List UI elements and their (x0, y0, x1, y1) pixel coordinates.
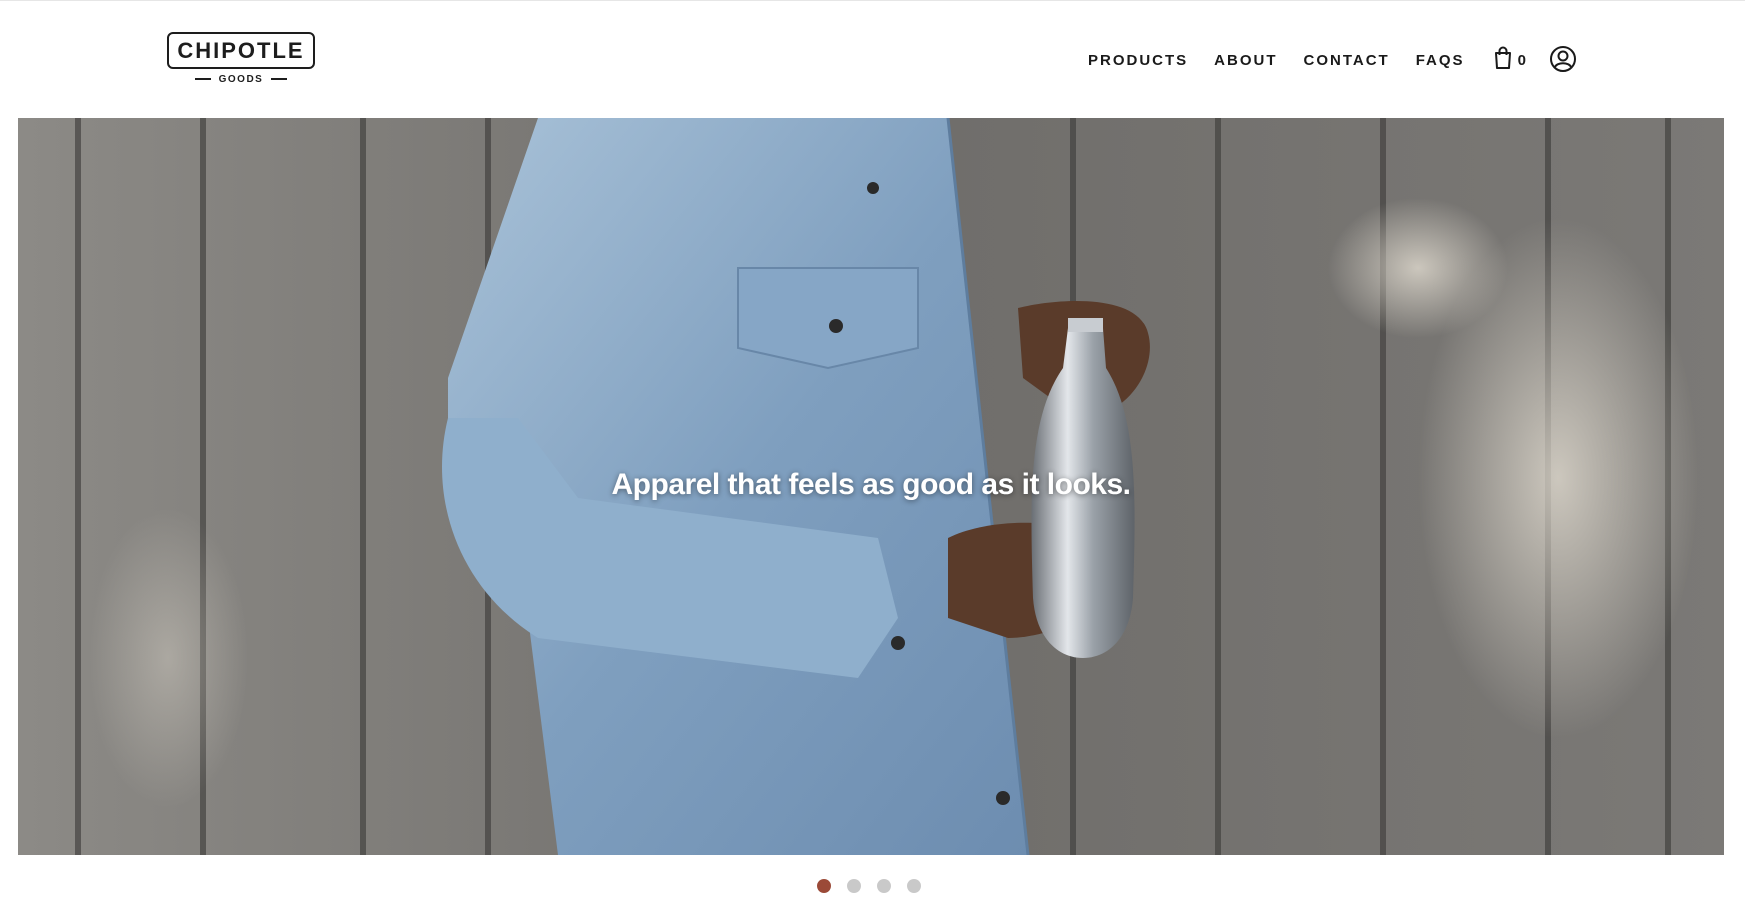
logo[interactable]: CHIPOTLE GOODS (167, 32, 315, 86)
hero-caption: Apparel that feels as good as it looks. (611, 468, 1131, 501)
logo-subtitle: GOODS (195, 72, 287, 86)
account-circle-icon (1549, 46, 1577, 77)
carousel-dots (817, 879, 921, 893)
logo-rule-right (270, 78, 287, 80)
logo-wordmark: CHIPOTLE (167, 32, 315, 69)
account-button[interactable] (1549, 45, 1577, 73)
nav-about[interactable]: ABOUT (1214, 52, 1277, 69)
cart-button[interactable]: 0 (1493, 46, 1526, 75)
nav-contact[interactable]: CONTACT (1304, 52, 1390, 69)
site-header: CHIPOTLE GOODS PRODUCTS ABOUT CONTACT FA… (0, 1, 1745, 118)
carousel-dot-2[interactable] (847, 879, 861, 893)
nav-products[interactable]: PRODUCTS (1088, 52, 1188, 69)
logo-sub-text: GOODS (218, 73, 264, 85)
cart-count: 0 (1517, 51, 1526, 69)
carousel-dot-4[interactable] (907, 879, 921, 893)
nav-faqs[interactable]: FAQS (1416, 52, 1465, 69)
main-nav: PRODUCTS ABOUT CONTACT FAQS 0 (1088, 46, 1526, 75)
shopping-bag-icon (1493, 46, 1513, 75)
carousel-dot-1[interactable] (817, 879, 831, 893)
logo-rule-left (195, 78, 211, 80)
carousel-dot-3[interactable] (877, 879, 891, 893)
hero-banner[interactable]: Apparel that feels as good as it looks. (18, 118, 1724, 855)
